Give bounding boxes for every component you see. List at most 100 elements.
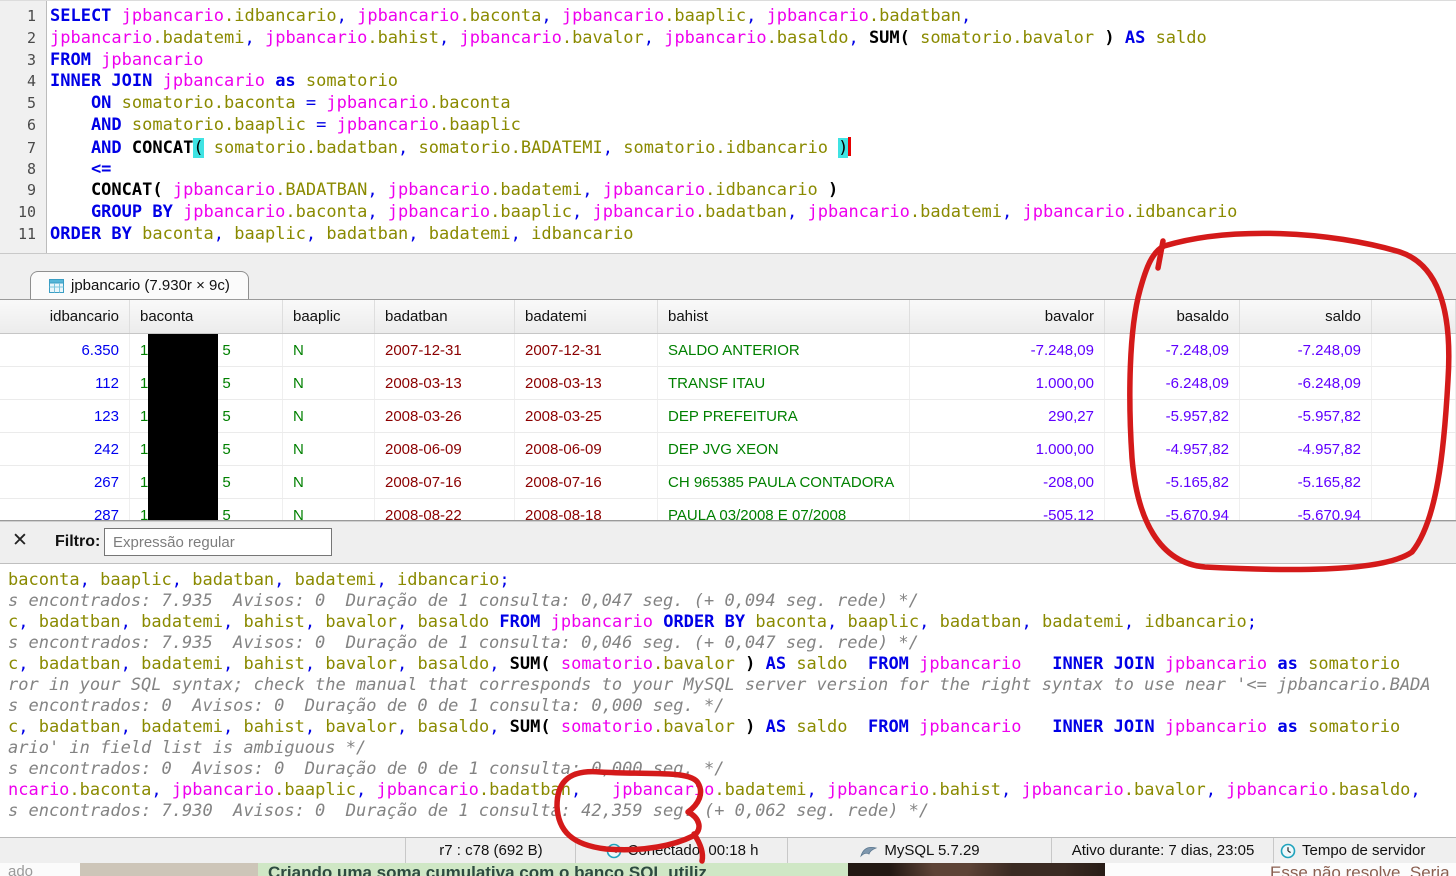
background-beige-block [80, 863, 258, 876]
sql-editor-line: 3FROM jpbancario [0, 50, 1456, 72]
log-line: baconta, baaplic, badatban, badatemi, id… [8, 570, 1456, 591]
cell-baaplic: N [283, 400, 375, 432]
column-header-badatban[interactable]: badatban [375, 300, 515, 333]
background-text-left: ado [0, 863, 88, 876]
log-line: s encontrados: 7.930 Avisos: 0 Duração d… [8, 801, 1456, 822]
cell-saldo: -5.670,94 [1240, 499, 1372, 521]
cell-bahist: PAULA 03/2008 E 07/2008 [658, 499, 910, 521]
cell-bahist: TRANSF ITAU [658, 367, 910, 399]
cell-badatban: 2008-03-26 [375, 400, 515, 432]
status-connected-time: Conectado: 00:18 h [575, 838, 788, 863]
cell-filler [1372, 400, 1456, 432]
cell-bavalor: 290,27 [910, 400, 1105, 432]
column-header-bahist[interactable]: bahist [658, 300, 910, 333]
cell-saldo: -4.957,82 [1240, 433, 1372, 465]
cell-badatban: 2008-07-16 [375, 466, 515, 498]
sql-editor-line: 6 AND somatorio.baaplic = jpbancario.baa… [0, 115, 1456, 137]
cell-filler [1372, 334, 1456, 366]
table-row[interactable]: 28715N2008-08-222008-08-18PAULA 03/2008 … [0, 499, 1456, 521]
cell-idbancario: 112 [0, 367, 130, 399]
log-line: c, badatban, badatemi, bahist, bavalor, … [8, 612, 1456, 633]
filter-bar: ✕ Filtro: [0, 521, 1456, 564]
column-header-badatemi[interactable]: badatemi [515, 300, 658, 333]
cell-baaplic: N [283, 334, 375, 366]
results-grid[interactable]: idbancariobacontabaaplicbadatbanbadatemi… [0, 299, 1456, 521]
cell-bahist: DEP PREFEITURA [658, 400, 910, 432]
cell-filler [1372, 499, 1456, 521]
clock-icon [1280, 843, 1296, 859]
tab-jpbancario-results[interactable]: jpbancario (7.930r × 9c) [30, 271, 249, 299]
filter-label: Filtro: [55, 533, 100, 551]
column-header-idbancario[interactable]: idbancario [0, 300, 130, 333]
cell-badatemi: 2008-08-18 [515, 499, 658, 521]
cell-basaldo: -7.248,09 [1105, 334, 1240, 366]
table-row[interactable]: 12315N2008-03-262008-03-25DEP PREFEITURA… [0, 400, 1456, 433]
cell-basaldo: -5.670,94 [1105, 499, 1240, 521]
cell-idbancario: 267 [0, 466, 130, 498]
clock-icon [606, 843, 622, 859]
column-header-saldo[interactable]: saldo [1240, 300, 1372, 333]
cell-bahist: SALDO ANTERIOR [658, 334, 910, 366]
table-row[interactable]: 24215N2008-06-092008-06-09DEP JVG XEON1.… [0, 433, 1456, 466]
cell-saldo: -6.248,09 [1240, 367, 1372, 399]
results-tab-strip: jpbancario (7.930r × 9c) [0, 268, 1456, 299]
cell-bavalor: -208,00 [910, 466, 1105, 498]
log-line: s encontrados: 7.935 Avisos: 0 Duração d… [8, 591, 1456, 612]
mysql-dolphin-icon [860, 844, 878, 858]
close-filter-icon[interactable]: ✕ [12, 531, 28, 550]
log-line: ario' in field list is ambiguous */ [8, 738, 1456, 759]
cell-filler [1372, 466, 1456, 498]
column-header-baconta[interactable]: baconta [130, 300, 283, 333]
grid-header-row: idbancariobacontabaaplicbadatbanbadatemi… [0, 300, 1456, 334]
cell-baaplic: N [283, 499, 375, 521]
cell-badatemi: 2008-06-09 [515, 433, 658, 465]
column-header-baaplic[interactable]: baaplic [283, 300, 375, 333]
cell-saldo: -5.165,82 [1240, 466, 1372, 498]
cell-filler [1372, 367, 1456, 399]
status-uptime: Ativo durante: 7 dias, 23:05 [1051, 838, 1274, 863]
cell-badatban: 2008-08-22 [375, 499, 515, 521]
sql-editor-line: 10 GROUP BY jpbancario.baconta, jpbancar… [0, 202, 1456, 224]
sql-editor-line: 5 ON somatorio.baconta = jpbancario.baco… [0, 93, 1456, 115]
grid-body: 6.35015N2007-12-312007-12-31SALDO ANTERI… [0, 334, 1456, 521]
sql-editor-line: 1SELECT jpbancario.idbancario, jpbancari… [0, 6, 1456, 28]
cell-filler [1372, 433, 1456, 465]
sql-editor-line: 4INNER JOIN jpbancario as somatorio [0, 71, 1456, 93]
table-row[interactable]: 6.35015N2007-12-312007-12-31SALDO ANTERI… [0, 334, 1456, 367]
log-line: c, badatban, badatemi, bahist, bavalor, … [8, 717, 1456, 738]
log-line: s encontrados: 7.935 Avisos: 0 Duração d… [8, 633, 1456, 654]
sql-editor[interactable]: 1SELECT jpbancario.idbancario, jpbancari… [0, 0, 1456, 254]
editor-results-splitter[interactable] [0, 253, 1456, 269]
log-line: c, badatban, badatemi, bahist, bavalor, … [8, 654, 1456, 675]
cell-badatemi: 2007-12-31 [515, 334, 658, 366]
tab-label: jpbancario (7.930r × 9c) [71, 277, 230, 294]
table-row[interactable]: 11215N2008-03-132008-03-13TRANSF ITAU1.0… [0, 367, 1456, 400]
sql-editor-line: 9 CONCAT( jpbancario.BADATBAN, jpbancari… [0, 180, 1456, 202]
status-server-time: Tempo de servidor [1273, 838, 1456, 863]
table-row[interactable]: 26715N2008-07-162008-07-16CH 965385 PAUL… [0, 466, 1456, 499]
status-server-version: MySQL 5.7.29 [787, 838, 1052, 863]
cell-badatban: 2008-06-09 [375, 433, 515, 465]
log-line: s encontrados: 0 Avisos: 0 Duração de 0 … [8, 759, 1456, 780]
background-window-strip: ado Criando uma soma cumulativa com o ba… [0, 863, 1456, 876]
cell-basaldo: -5.957,82 [1105, 400, 1240, 432]
cell-basaldo: -4.957,82 [1105, 433, 1240, 465]
query-log[interactable]: baconta, baaplic, badatban, badatemi, id… [0, 565, 1456, 837]
cell-badatemi: 2008-03-13 [515, 367, 658, 399]
cell-baaplic: N [283, 433, 375, 465]
sql-editor-line: 8 <= [0, 159, 1456, 181]
cell-idbancario: 123 [0, 400, 130, 432]
cell-basaldo: -6.248,09 [1105, 367, 1240, 399]
cell-bahist: CH 965385 PAULA CONTADORA [658, 466, 910, 498]
cell-idbancario: 287 [0, 499, 130, 521]
filter-input[interactable] [104, 528, 332, 556]
cell-badatemi: 2008-07-16 [515, 466, 658, 498]
column-header-bavalor[interactable]: bavalor [910, 300, 1105, 333]
sql-editor-lines: 1SELECT jpbancario.idbancario, jpbancari… [0, 6, 1456, 246]
cell-idbancario: 6.350 [0, 334, 130, 366]
log-line: ror in your SQL syntax; check the manual… [8, 675, 1456, 696]
background-highlighted-title: Criando uma soma cumulativa com o banco … [258, 863, 858, 876]
sql-editor-line: 11ORDER BY baconta, baaplic, badatban, b… [0, 224, 1456, 246]
column-header-basaldo[interactable]: basaldo [1105, 300, 1240, 333]
cell-saldo: -5.957,82 [1240, 400, 1372, 432]
